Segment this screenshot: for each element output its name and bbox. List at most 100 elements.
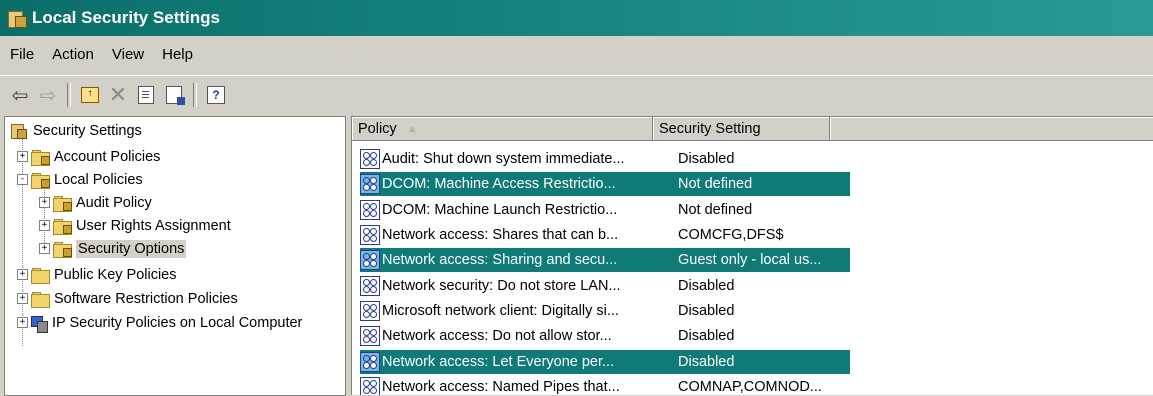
tree-item-local-policies[interactable]: - Local Policies [17,168,143,191]
help-button[interactable]: ? [204,82,228,108]
export-list-icon [166,86,185,105]
security-setting-value: COMCFG,DFS$ [678,227,784,243]
expand-icon[interactable]: + [17,151,28,162]
locked-folder-icon [53,195,72,212]
policy-icon [360,326,380,346]
expand-icon[interactable]: + [39,220,50,231]
folder-icon [31,291,50,308]
tree-item-label: IP Security Policies on Local Computer [52,314,303,331]
forward-button[interactable]: ⇨ [36,82,60,108]
security-setting-value: Disabled [678,328,735,344]
locked-folder-icon [53,241,72,258]
list-row[interactable]: DCOM: Machine Access Restrictio... Not d… [360,172,850,196]
security-setting-value: Disabled [678,278,735,294]
policy-name: DCOM: Machine Launch Restrictio... [382,202,618,218]
security-settings-app-icon [8,9,27,28]
list-row[interactable]: Network access: Let Everyone per... Disa… [360,350,850,374]
tree-item-label: Account Policies [54,148,161,165]
up-one-level-button[interactable]: ↑ [78,82,102,108]
policy-icon [360,200,380,220]
column-header-label: Security Setting [658,120,761,137]
list-row[interactable]: Network access: Do not allow stor... Dis… [360,324,850,348]
tree-item-software-restriction-policies[interactable]: + Software Restriction Policies [17,287,238,310]
menu-file[interactable]: File [0,46,43,63]
policy-list[interactable]: Policy ▲ Security Setting Audit: Shut do… [351,116,1153,395]
tree-item-label: Audit Policy [76,194,152,211]
tree-item-label: Local Policies [54,171,143,188]
toolbar: ⇦ ⇨ ↑ ✕ ? [0,75,1153,114]
security-setting-value: COMNAP,COMNOD... [678,379,822,395]
back-arrow-icon: ⇦ [11,84,29,107]
security-setting-value: Disabled [678,151,735,167]
locked-folder-icon [53,218,72,235]
properties-icon [138,86,154,104]
security-setting-value: Disabled [678,303,735,319]
policy-name: Audit: Shut down system immediate... [382,151,625,167]
list-row[interactable]: Network access: Shares that can b... COM… [360,223,850,247]
console-tree[interactable]: Security Settings + Account Policies - L… [4,116,346,396]
toolbar-separator [193,83,197,107]
policy-name: DCOM: Machine Access Restrictio... [382,176,616,192]
policy-icon [360,149,380,169]
policy-name: Network access: Sharing and secu... [382,252,618,268]
tree-item-label: Public Key Policies [54,266,177,283]
up-folder-icon: ↑ [81,87,99,103]
policy-name: Network access: Let Everyone per... [382,354,615,370]
toolbar-separator [67,83,71,107]
security-setting-value: Disabled [678,354,735,370]
security-setting-value: Guest only - local us... [678,252,822,268]
collapse-icon[interactable]: - [17,174,28,185]
expand-icon[interactable]: + [17,293,28,304]
tree-item-label: Security Settings [33,122,142,139]
tree-item-label: User Rights Assignment [76,217,231,234]
locked-folder-icon [31,149,50,166]
window-title: Local Security Settings [32,8,220,27]
export-list-button[interactable] [162,82,186,108]
policy-icon [360,225,380,245]
tree-item-security-settings[interactable]: Security Settings [9,119,142,142]
list-row[interactable]: Network access: Named Pipes that... COMN… [360,375,850,395]
title-bar: Local Security Settings [0,0,1153,36]
column-header-empty [830,117,1153,141]
column-header-security-setting[interactable]: Security Setting [652,117,831,141]
policy-icon [360,352,380,372]
list-row[interactable]: Microsoft network client: Digitally si..… [360,299,850,323]
policy-icon [360,301,380,321]
help-icon: ? [207,86,225,104]
tree-item-ip-security-policies[interactable]: + IP Security Policies on Local Computer [17,311,302,334]
delete-button[interactable]: ✕ [106,82,130,108]
security-setting-value: Not defined [678,202,753,218]
list-row[interactable]: Network security: Do not store LAN... Di… [360,274,850,298]
menu-help[interactable]: Help [153,46,202,63]
expand-icon[interactable]: + [39,243,50,254]
forward-arrow-icon: ⇨ [39,84,57,107]
properties-button[interactable] [134,82,158,108]
list-row[interactable]: Audit: Shut down system immediate... Dis… [360,147,850,171]
tree-item-security-options[interactable]: + Security Options [39,237,187,260]
list-row[interactable]: Network access: Sharing and secu... Gues… [360,248,850,272]
policy-name: Network security: Do not store LAN... [382,278,621,294]
menu-action[interactable]: Action [43,46,103,63]
security-setting-value: Not defined [678,176,753,192]
back-button[interactable]: ⇦ [8,82,32,108]
menu-view[interactable]: View [103,46,153,63]
list-header: Policy ▲ Security Setting [352,117,1153,141]
tree-item-user-rights-assignment[interactable]: + User Rights Assignment [39,214,231,237]
list-row[interactable]: DCOM: Machine Launch Restrictio... Not d… [360,198,850,222]
policy-icon [360,377,380,395]
tree-item-audit-policy[interactable]: + Audit Policy [39,191,152,214]
security-settings-icon [11,123,27,139]
column-header-policy[interactable]: Policy ▲ [352,117,653,141]
expand-icon[interactable]: + [39,197,50,208]
expand-icon[interactable]: + [17,269,28,280]
expand-icon[interactable]: + [17,317,28,328]
locked-folder-icon [31,172,50,189]
policy-name: Microsoft network client: Digitally si..… [382,303,619,319]
delete-icon: ✕ [108,82,128,107]
tree-item-account-policies[interactable]: + Account Policies [17,145,160,168]
sort-ascending-icon: ▲ [406,122,418,135]
policy-icon [360,250,380,270]
tree-item-label: Software Restriction Policies [54,290,238,307]
menu-bar: File Action View Help [0,36,1153,72]
tree-item-public-key-policies[interactable]: + Public Key Policies [17,263,177,286]
